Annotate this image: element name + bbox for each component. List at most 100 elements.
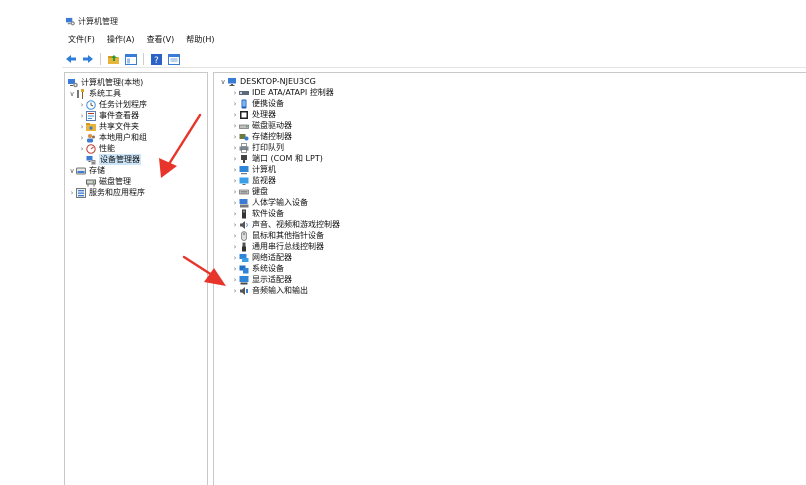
chevron-right-icon[interactable]: › — [231, 131, 239, 142]
chevron-right-icon[interactable]: › — [231, 274, 239, 285]
tree-item-disk-management[interactable]: 磁盘管理 — [86, 176, 131, 187]
device-category[interactable]: › 人体学输入设备 — [231, 197, 308, 208]
device-category[interactable]: › 存储控制器 — [231, 131, 292, 142]
device-category[interactable]: › 处理器 — [231, 109, 276, 120]
tree-item-storage[interactable]: ∨ 存储 — [68, 165, 105, 176]
monitor-icon — [239, 177, 249, 185]
usb-icon — [242, 242, 246, 251]
device-category[interactable]: › 磁盘驱动器 — [231, 120, 292, 131]
menu-view[interactable]: 查看(V) — [141, 33, 181, 47]
device-category[interactable]: › 端口 (COM 和 LPT) — [231, 153, 323, 164]
audio-icon — [240, 286, 248, 295]
device-category-label: 键盘 — [252, 187, 268, 196]
device-category[interactable]: › 软件设备 — [231, 208, 284, 219]
device-category[interactable]: › 声音、视频和游戏控制器 — [231, 219, 340, 230]
disk-drive-icon — [239, 124, 249, 129]
menu-file[interactable]: 文件(F) — [62, 33, 101, 47]
device-tree-root[interactable]: ∨ DESKTOP-NJEU3CG — [219, 76, 315, 87]
device-category[interactable]: › 通用串行总线控制器 — [231, 241, 324, 252]
tree-item-system-tools[interactable]: ∨ 系统工具 — [68, 88, 121, 99]
chevron-right-icon[interactable]: › — [231, 175, 239, 186]
device-category-label: 通用串行总线控制器 — [252, 242, 324, 251]
portable-device-icon — [241, 99, 247, 108]
chevron-right-icon[interactable]: › — [231, 98, 239, 109]
svg-text:?: ? — [154, 56, 159, 65]
chevron-right-icon[interactable]: › — [231, 285, 239, 296]
chevron-right-icon[interactable]: › — [231, 230, 239, 241]
chevron-right-icon[interactable]: › — [78, 121, 86, 132]
device-category[interactable]: › 系统设备 — [231, 263, 284, 274]
tree-item-computer-management[interactable]: 计算机管理(本地) — [68, 77, 143, 88]
device-category-label: 存储控制器 — [252, 132, 292, 141]
device-category-label: 显示适配器 — [252, 275, 292, 284]
device-category[interactable]: › 计算机 — [231, 164, 276, 175]
processor-icon — [240, 110, 248, 119]
device-category[interactable]: › 网络适配器 — [231, 252, 292, 263]
tree-item-performance[interactable]: › 性能 — [78, 143, 115, 154]
tree-item-task-scheduler[interactable]: › 任务计划程序 — [78, 99, 147, 110]
chevron-right-icon[interactable]: › — [231, 153, 239, 164]
chevron-right-icon[interactable]: › — [231, 241, 239, 252]
tree-item-device-manager[interactable]: 设备管理器 — [86, 154, 141, 165]
tree-item-local-users[interactable]: › 本地用户和组 — [78, 132, 147, 143]
up-folder-button[interactable] — [107, 53, 120, 66]
storage-controller-icon — [239, 133, 249, 140]
device-category[interactable]: › 监视器 — [231, 175, 276, 186]
menu-help[interactable]: 帮助(H) — [180, 33, 220, 47]
device-manager-icon — [86, 155, 96, 164]
tree-item-services-apps[interactable]: › 服务和应用程序 — [68, 187, 145, 198]
device-category-label: 处理器 — [252, 110, 276, 119]
chevron-right-icon[interactable]: › — [231, 120, 239, 131]
show-tree-button[interactable] — [124, 53, 137, 66]
forward-button[interactable] — [81, 53, 94, 66]
mouse-icon — [241, 230, 247, 241]
chevron-right-icon[interactable]: › — [78, 110, 86, 121]
chevron-right-icon[interactable]: › — [231, 142, 239, 153]
tree-item-event-viewer[interactable]: › 事件查看器 — [78, 110, 139, 121]
tree-item-label: 事件查看器 — [99, 111, 139, 120]
chevron-right-icon[interactable]: › — [78, 99, 86, 110]
help-button[interactable]: ? — [150, 53, 163, 66]
device-category-label: 监视器 — [252, 176, 276, 185]
chevron-down-icon[interactable]: ∨ — [68, 165, 76, 176]
tools-icon — [77, 88, 84, 99]
menu-bar: 文件(F) 操作(A) 查看(V) 帮助(H) — [62, 33, 221, 47]
device-category-label: 打印队列 — [252, 143, 284, 152]
tree-item-shared-folders[interactable]: › 共享文件夹 — [78, 121, 139, 132]
properties-button[interactable] — [167, 53, 180, 66]
device-category[interactable]: › 键盘 — [231, 186, 268, 197]
up-folder-icon — [107, 54, 119, 64]
chevron-right-icon[interactable]: › — [231, 263, 239, 274]
help-icon: ? — [150, 53, 162, 65]
chevron-right-icon[interactable]: › — [231, 186, 239, 197]
chevron-right-icon[interactable]: › — [78, 132, 86, 143]
chevron-right-icon[interactable]: › — [68, 187, 76, 198]
device-category-label: 端口 (COM 和 LPT) — [252, 154, 323, 163]
chevron-down-icon[interactable]: ∨ — [219, 76, 227, 87]
device-category[interactable]: › 显示适配器 — [231, 274, 292, 285]
device-category[interactable]: › 打印队列 — [231, 142, 284, 153]
toolbar-separator — [100, 53, 101, 65]
software-device-icon — [242, 209, 246, 218]
chevron-down-icon[interactable]: ∨ — [68, 88, 76, 99]
device-category[interactable]: › 便携设备 — [231, 98, 284, 109]
chevron-right-icon[interactable]: › — [231, 87, 239, 98]
chevron-right-icon[interactable]: › — [231, 208, 239, 219]
menu-action[interactable]: 操作(A) — [101, 33, 141, 47]
chevron-right-icon[interactable]: › — [231, 219, 239, 230]
device-category-label: 软件设备 — [252, 209, 284, 218]
chevron-right-icon[interactable]: › — [231, 164, 239, 175]
device-category-label: 人体学输入设备 — [252, 198, 308, 207]
chevron-right-icon[interactable]: › — [231, 252, 239, 263]
back-button[interactable] — [64, 53, 77, 66]
forward-icon — [82, 55, 93, 63]
computer-management-icon — [66, 17, 75, 26]
network-adapter-icon — [239, 253, 249, 262]
device-category[interactable]: › IDE ATA/ATAPI 控制器 — [231, 87, 334, 98]
device-category[interactable]: › 鼠标和其他指针设备 — [231, 230, 324, 241]
device-category[interactable]: › 音频输入和输出 — [231, 285, 308, 296]
chevron-right-icon[interactable]: › — [231, 197, 239, 208]
chevron-right-icon[interactable]: › — [231, 109, 239, 120]
show-tree-icon — [124, 53, 137, 65]
chevron-right-icon[interactable]: › — [78, 143, 86, 154]
